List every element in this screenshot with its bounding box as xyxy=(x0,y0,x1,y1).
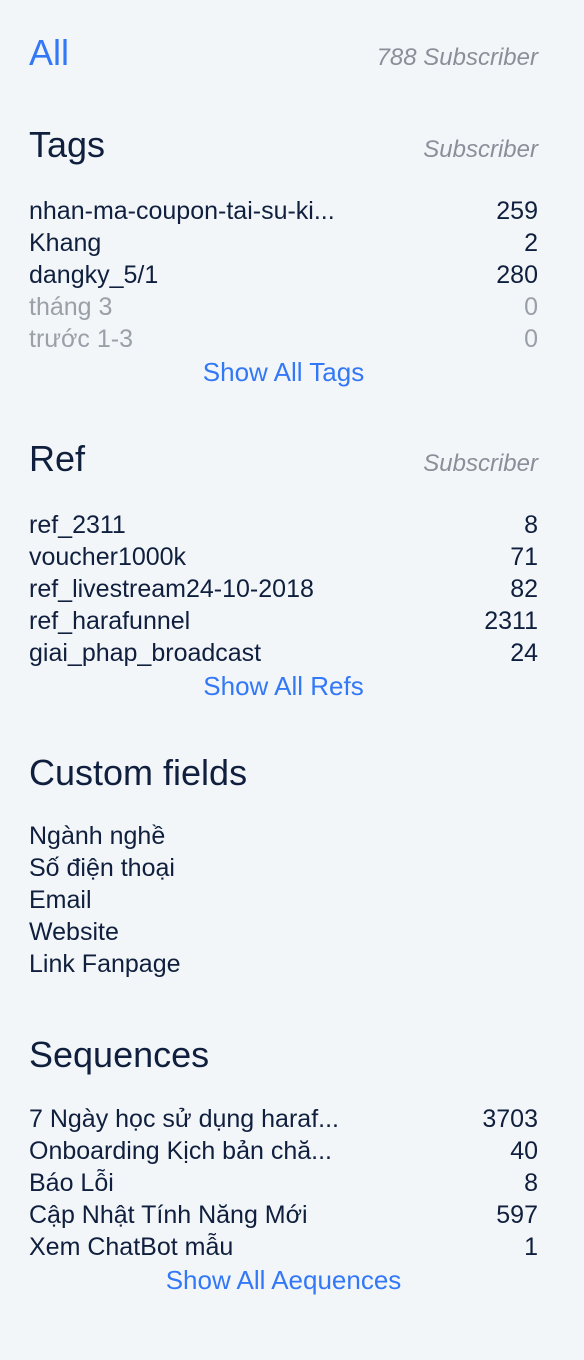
sequence-item[interactable]: Báo Lỗi 8 xyxy=(29,1167,538,1199)
tag-item[interactable]: dangky_5/1 280 xyxy=(29,259,538,291)
tag-item[interactable]: Khang 2 xyxy=(29,227,538,259)
sequence-name: Báo Lỗi xyxy=(29,1168,114,1197)
custom-fields-list: Ngành nghề Số điện thoại Email Website L… xyxy=(29,820,538,980)
tag-count: 2 xyxy=(524,228,538,257)
custom-field-item[interactable]: Link Fanpage xyxy=(29,948,538,980)
ref-name: ref_livestream24-10-2018 xyxy=(29,574,314,603)
sequences-list: 7 Ngày học sử dụng haraf... 3703 Onboard… xyxy=(29,1103,538,1297)
all-subscriber-count: 788 Subscriber xyxy=(376,44,538,71)
sequences-title: Sequences xyxy=(29,1034,210,1075)
ref-name: voucher1000k xyxy=(29,542,187,571)
ref-item[interactable]: ref_harafunnel 2311 xyxy=(29,605,538,637)
sequence-item[interactable]: Onboarding Kịch bản chă... 40 xyxy=(29,1135,538,1167)
tag-item[interactable]: trước 1-3 0 xyxy=(29,323,538,355)
custom-field-item[interactable]: Ngành nghề xyxy=(29,820,538,852)
custom-fields-section: Custom fields Ngành nghề Số điện thoại E… xyxy=(29,752,538,980)
ref-count: 2311 xyxy=(484,606,538,635)
ref-header: Ref Subscriber xyxy=(29,438,538,480)
show-all-sequences-link[interactable]: Show All Aequences xyxy=(29,1263,538,1297)
ref-item[interactable]: ref_2311 8 xyxy=(29,509,538,541)
custom-fields-title: Custom fields xyxy=(29,752,248,793)
tag-count: 0 xyxy=(524,292,538,321)
ref-count: 71 xyxy=(510,542,538,571)
tags-list: nhan-ma-coupon-tai-su-ki... 259 Khang 2 … xyxy=(29,195,538,389)
sequence-count: 1 xyxy=(524,1232,538,1261)
ref-count: 82 xyxy=(510,574,538,603)
ref-item[interactable]: giai_phap_broadcast 24 xyxy=(29,637,538,669)
custom-field-item[interactable]: Website xyxy=(29,916,538,948)
all-link[interactable]: All xyxy=(29,32,69,74)
tags-column-label: Subscriber xyxy=(423,136,538,163)
tag-name: Khang xyxy=(29,228,102,257)
sequence-count: 8 xyxy=(524,1168,538,1197)
ref-name: ref_2311 xyxy=(29,510,126,539)
sequences-section: Sequences 7 Ngày học sử dụng haraf... 37… xyxy=(29,1034,538,1297)
tag-name: tháng 3 xyxy=(29,292,113,321)
tag-count: 280 xyxy=(496,260,538,289)
sequence-count: 597 xyxy=(496,1200,538,1229)
tags-header: Tags Subscriber xyxy=(29,124,538,166)
tag-name: nhan-ma-coupon-tai-su-ki... xyxy=(29,196,335,225)
ref-title: Ref xyxy=(29,438,86,479)
ref-item[interactable]: voucher1000k 71 xyxy=(29,541,538,573)
tags-section: Tags Subscriber nhan-ma-coupon-tai-su-ki… xyxy=(29,124,538,389)
tag-count: 0 xyxy=(524,324,538,353)
ref-section: Ref Subscriber ref_2311 8 voucher1000k 7… xyxy=(29,438,538,703)
tag-item[interactable]: tháng 3 0 xyxy=(29,291,538,323)
sequence-count: 3703 xyxy=(482,1104,538,1133)
ref-count: 8 xyxy=(524,510,538,539)
sequence-item[interactable]: Cập Nhật Tính Năng Mới 597 xyxy=(29,1199,538,1231)
ref-list: ref_2311 8 voucher1000k 71 ref_livestrea… xyxy=(29,509,538,703)
ref-count: 24 xyxy=(510,638,538,667)
sequence-name: 7 Ngày học sử dụng haraf... xyxy=(29,1104,339,1133)
show-all-tags-link[interactable]: Show All Tags xyxy=(29,355,538,389)
sequence-count: 40 xyxy=(510,1136,538,1165)
sequence-name: Xem ChatBot mẫu xyxy=(29,1232,234,1261)
custom-field-item[interactable]: Số điện thoại xyxy=(29,852,538,884)
tag-name: dangky_5/1 xyxy=(29,260,159,289)
ref-column-label: Subscriber xyxy=(423,450,538,477)
sequence-name: Cập Nhật Tính Năng Mới xyxy=(29,1200,308,1229)
all-row: All 788 Subscriber xyxy=(29,32,538,74)
ref-item[interactable]: ref_livestream24-10-2018 82 xyxy=(29,573,538,605)
ref-name: giai_phap_broadcast xyxy=(29,638,262,667)
tag-item[interactable]: nhan-ma-coupon-tai-su-ki... 259 xyxy=(29,195,538,227)
tag-count: 259 xyxy=(496,196,538,225)
custom-field-item[interactable]: Email xyxy=(29,884,538,916)
show-all-refs-link[interactable]: Show All Refs xyxy=(29,669,538,703)
ref-name: ref_harafunnel xyxy=(29,606,191,635)
sequence-name: Onboarding Kịch bản chă... xyxy=(29,1136,332,1165)
sequence-item[interactable]: Xem ChatBot mẫu 1 xyxy=(29,1231,538,1263)
sequence-item[interactable]: 7 Ngày học sử dụng haraf... 3703 xyxy=(29,1103,538,1135)
tags-title: Tags xyxy=(29,124,106,165)
tag-name: trước 1-3 xyxy=(29,324,133,353)
